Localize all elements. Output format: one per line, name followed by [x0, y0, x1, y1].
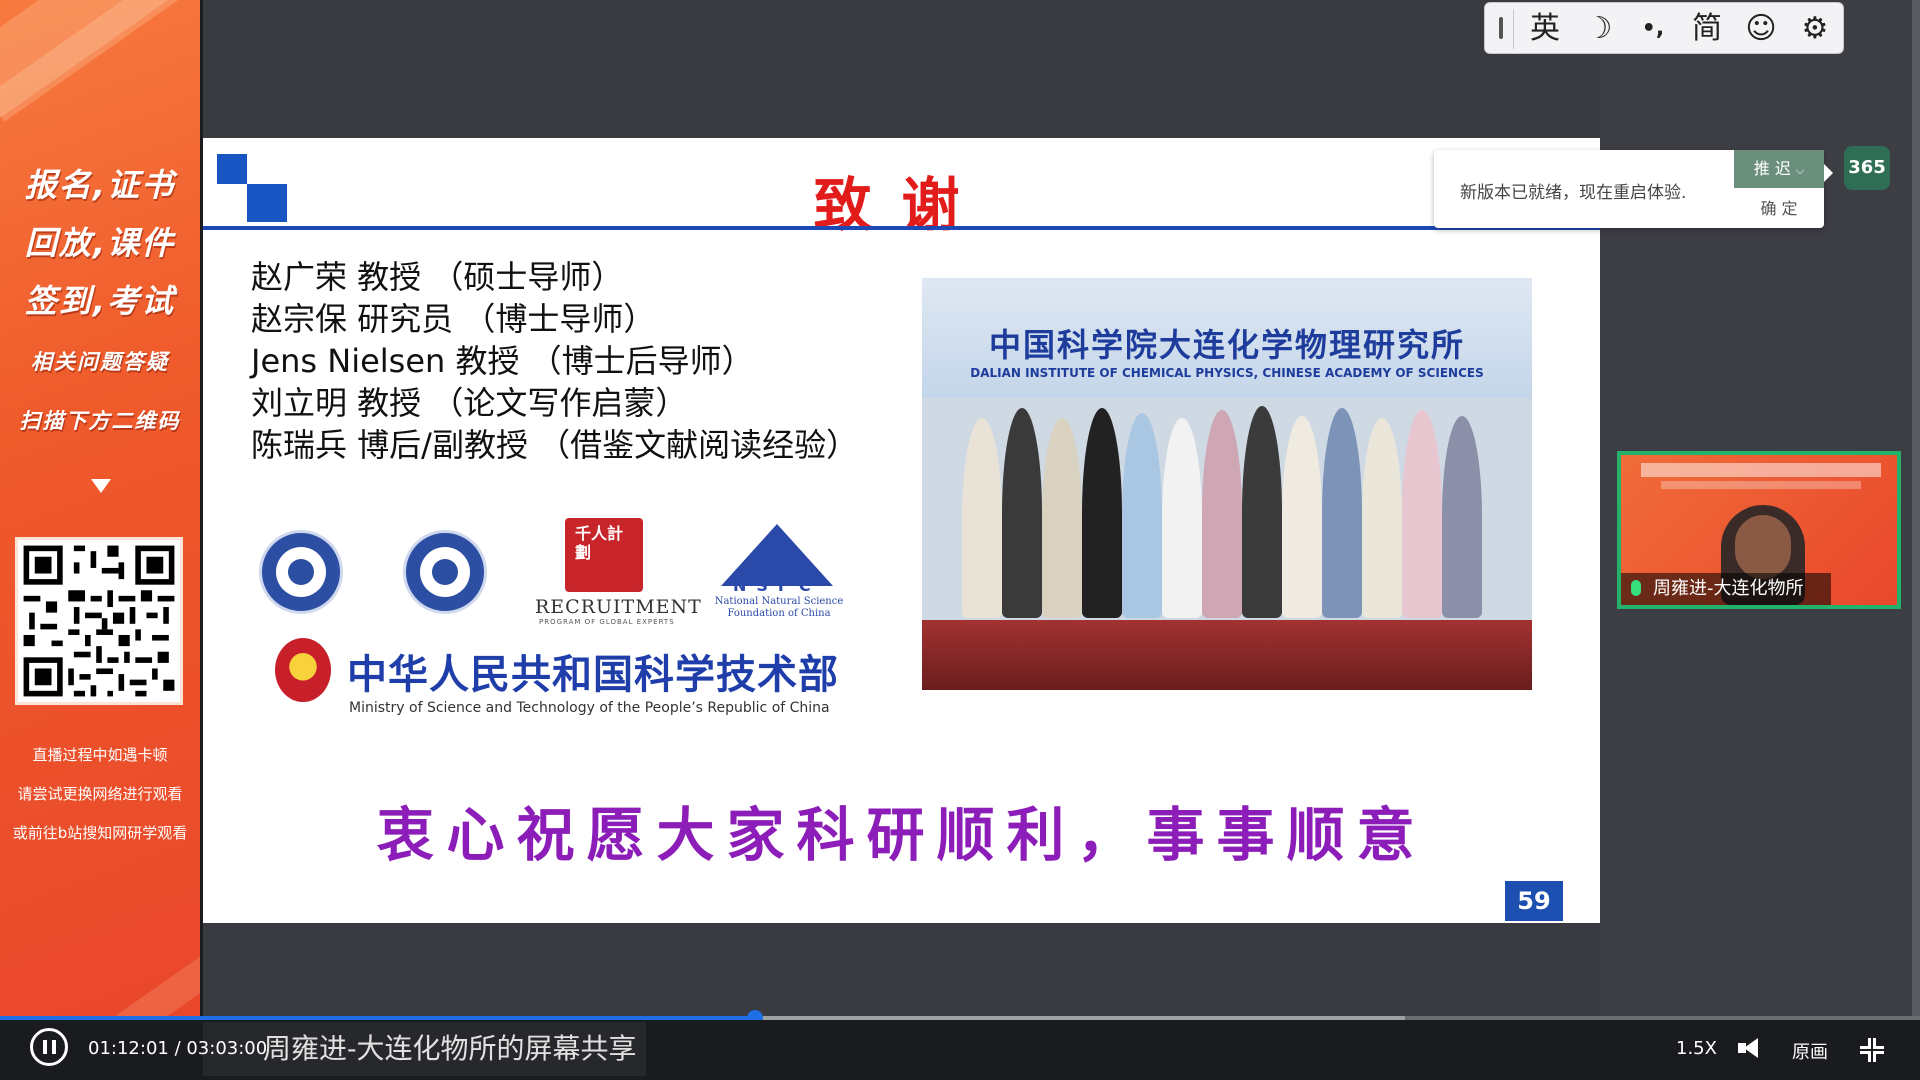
later-button[interactable]: 推 迟 ⌵ [1734, 150, 1824, 188]
photo-person [1402, 410, 1442, 618]
speaker-name: 周雍进-大连化物所 [1653, 578, 1804, 599]
speaker-video-tile[interactable]: 周雍进-大连化物所 [1617, 451, 1901, 609]
sidebar-tip: 或前往b站搜知网研学观看 [12, 824, 188, 842]
closing-wish: 衷心祝愿大家科研顺利，事事顺意 [376, 801, 1427, 869]
speaker-label: 周雍进-大连化物所 [1621, 573, 1831, 605]
notification-caret [1824, 164, 1833, 182]
quality-button[interactable]: 原画 [1792, 1038, 1828, 1064]
chevron-down-icon: ⌵ [1795, 164, 1805, 177]
photo-person [1162, 418, 1202, 618]
slide-page-number: 59 [1505, 881, 1563, 921]
update-notification: 新版本已就绪，现在重启体验. 推 迟 ⌵ 确 定 [1434, 150, 1833, 228]
moon-icon[interactable]: ☽ [1581, 11, 1617, 47]
player-controls: 周雍进-大连化物所的屏幕共享 01:12:01 / 03:03:00 1.5X … [0, 1020, 1920, 1080]
acknowledgement-item: 陈瑞兵 博后/副教授 （借鉴文献阅读经验） [251, 426, 859, 464]
settings-gear-icon[interactable]: ⚙ [1797, 11, 1833, 47]
photo-person [962, 418, 1002, 618]
photo-person [1362, 418, 1402, 618]
photo-person [1202, 410, 1242, 618]
recruitment-text: RECRUITMENT [535, 596, 702, 618]
acknowledgement-item: 赵广荣 教授 （硕士导师） [251, 258, 624, 296]
divider [1513, 9, 1514, 49]
app-badge[interactable]: 365 [1844, 146, 1890, 190]
promo-line: 扫描下方二维码 [19, 409, 181, 433]
pause-button[interactable] [30, 1028, 68, 1066]
microphone-icon [1631, 580, 1641, 596]
institute-name-cn: 中国科学院大连化学物理研究所 [988, 326, 1465, 364]
ime-language-toggle[interactable]: 英 [1527, 11, 1563, 47]
slide-title-rule [203, 226, 1600, 230]
notification-message: 新版本已就绪，现在重启体验. [1460, 183, 1687, 203]
photo-person [1322, 408, 1362, 618]
acknowledgement-list: 赵广荣 教授 （硕士导师） 赵宗保 研究员 （博士导师） Jens Nielse… [251, 256, 858, 466]
most-name-cn: 中华人民共和国科学技术部 [347, 652, 839, 698]
photo-people [962, 398, 1502, 628]
cas-logo [259, 530, 343, 614]
presentation-slide: 致谢 赵广荣 教授 （硕士导师） 赵宗保 研究员 （博士导师） Jens Nie… [203, 138, 1600, 923]
volume-icon-cone[interactable] [1744, 1038, 1758, 1058]
photo-person [1002, 408, 1042, 618]
recruitment-subtext: PROGRAM OF GLOBAL EXPERTS [539, 618, 675, 626]
confirm-button[interactable]: 确 定 [1734, 190, 1824, 228]
nsfc-text: NSFC [733, 576, 821, 595]
institute-name-en: DALIAN INSTITUTE OF CHEMICAL PHYSICS, CH… [970, 366, 1484, 380]
recruitment-program-logo: 千人計劃 [565, 518, 643, 592]
photo-steps [922, 620, 1532, 690]
punctuation-icon[interactable]: •, [1635, 11, 1671, 47]
promo-line: 签到,考试 [24, 282, 176, 320]
photo-person [1242, 406, 1282, 618]
ime-script-toggle[interactable]: 简 [1689, 11, 1725, 47]
speed-button[interactable]: 1.5X [1676, 1038, 1717, 1059]
promo-line: 报名,证书 [24, 166, 176, 204]
qr-code[interactable] [15, 537, 183, 705]
recruitment-logo-char: 千人計劃 [575, 524, 624, 562]
tile-banner [1661, 481, 1861, 489]
most-name-en: Ministry of Science and Technology of th… [349, 700, 830, 716]
later-button-label: 推 迟 [1753, 159, 1791, 178]
emoji-icon[interactable]: ☺ [1743, 11, 1779, 47]
panel-scrollbar[interactable] [1912, 0, 1920, 1018]
tile-banner [1641, 463, 1881, 477]
promo-line: 相关问题答疑 [31, 350, 169, 374]
drag-handle[interactable] [1499, 17, 1503, 39]
arrow-down-icon [91, 479, 111, 493]
acknowledgement-item: 赵宗保 研究员 （博士导师） [251, 300, 656, 338]
acknowledgement-item: Jens Nielsen 教授 （博士后导师） [251, 342, 754, 380]
speaker-face [1735, 515, 1791, 579]
photo-person [1082, 408, 1122, 618]
sidebar-tip: 请尝试更换网络进行观看 [17, 785, 183, 803]
ime-toolbar: 英 ☽ •, 简 ☺ ⚙ [1484, 2, 1844, 54]
photo-person [1122, 413, 1162, 618]
pause-icon [52, 1040, 56, 1054]
nsfc-subtext: National Natural Science Foundation of C… [714, 596, 844, 619]
photo-person [1282, 416, 1322, 618]
playback-time: 01:12:01 / 03:03:00 [88, 1038, 268, 1059]
group-photo: 中国科学院大连化学物理研究所 DALIAN INSTITUTE OF CHEMI… [922, 278, 1532, 690]
screen-share-label: 周雍进-大连化物所的屏幕共享 [203, 1022, 647, 1076]
photo-person [1042, 418, 1082, 618]
photo-person [1442, 416, 1482, 618]
decor-stripe [53, 921, 200, 1018]
university-logo [403, 530, 487, 614]
sidebar-tip: 直播过程中如遇卡顿 [32, 746, 168, 764]
promo-line: 回放,课件 [24, 224, 176, 262]
national-emblem-icon [275, 638, 331, 702]
promo-sidebar: 报名,证书 回放,课件 签到,考试 相关问题答疑 扫描下方二维码 直播过程中如遇… [0, 0, 200, 1018]
pause-icon [43, 1040, 47, 1054]
exit-fullscreen-icon[interactable] [1860, 1038, 1884, 1062]
acknowledgement-item: 刘立明 教授 （论文写作启蒙） [251, 384, 688, 422]
